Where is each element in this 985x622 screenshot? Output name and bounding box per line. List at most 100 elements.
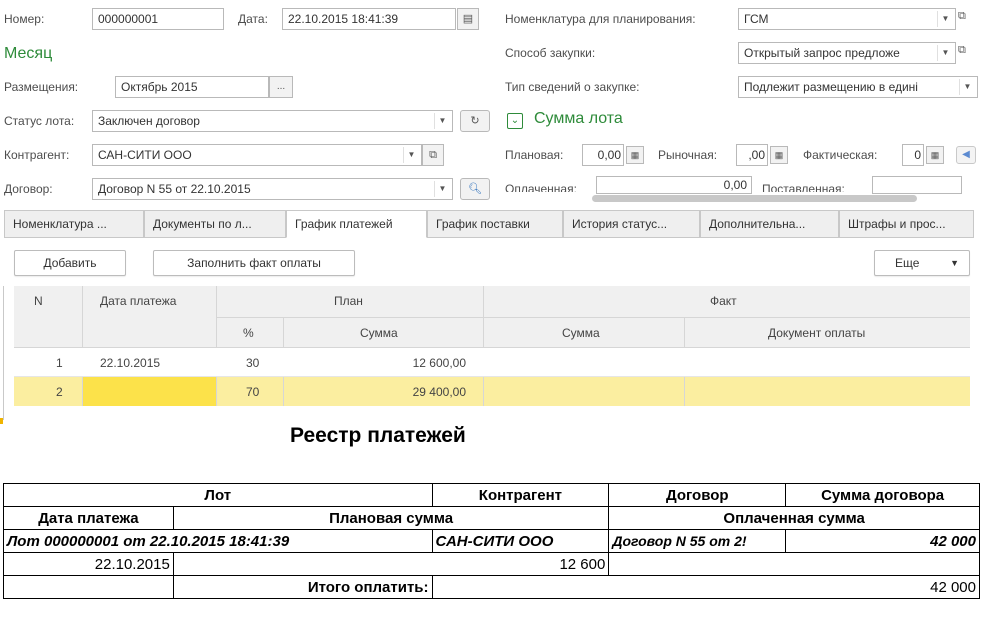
report-total-label: Итого оплатить: — [172, 575, 433, 599]
calculator-icon[interactable]: ▦ — [926, 146, 944, 164]
info-type-field[interactable]: Подлежит размещению в едині ▼ — [738, 76, 978, 98]
placement-select-button[interactable]: ... — [269, 76, 293, 98]
calendar-icon[interactable]: ▤ — [457, 8, 479, 30]
chevron-down-icon: ▼ — [950, 258, 959, 268]
tab-status-history[interactable]: История статус... — [563, 210, 700, 238]
lot-status-history-icon[interactable]: ↻ — [460, 110, 490, 132]
tab-penalties[interactable]: Штрафы и прос... — [839, 210, 974, 238]
contract-field[interactable]: Договор N 55 от 22.10.2015 ▼ — [92, 178, 453, 200]
planned-field[interactable]: 0,00 — [582, 144, 624, 166]
lot-status-field[interactable]: Заключен договор ▼ — [92, 110, 453, 132]
purchase-method-label: Способ закупки: — [505, 46, 596, 60]
delivered-field[interactable] — [872, 176, 962, 194]
market-label: Рыночная: — [658, 148, 718, 162]
scroll-left-icon[interactable]: ◀ — [956, 146, 976, 164]
collapse-chevron-icon[interactable]: ⌄ — [507, 113, 523, 129]
info-type-value: Подлежит размещению в едині — [744, 80, 918, 94]
paid-field[interactable]: 0,00 — [596, 176, 752, 194]
calculator-icon[interactable]: ▦ — [626, 146, 644, 164]
chevron-down-icon[interactable]: ▼ — [937, 11, 953, 27]
chevron-down-icon[interactable]: ▼ — [403, 147, 419, 163]
header-n[interactable]: N — [34, 294, 43, 308]
chevron-down-icon[interactable]: ▼ — [937, 45, 953, 61]
report-row-date: 22.10.2015 — [3, 552, 174, 576]
col-divider — [283, 377, 284, 406]
report-header-paid-sum: Оплаченная сумма — [608, 506, 980, 530]
lot-status-label: Статус лота: — [4, 114, 75, 128]
report-header-planned-sum: Плановая сумма — [172, 506, 610, 530]
col-divider — [684, 377, 685, 406]
date-label: Дата: — [238, 12, 268, 26]
row-plan-sum[interactable]: 12 600,00 — [344, 356, 466, 370]
counterparty-value: САН-СИТИ ООО — [98, 148, 192, 162]
open-nomenclature-icon[interactable]: ⧉ — [958, 10, 966, 23]
header-plan: План — [334, 294, 363, 308]
report-header-contract: Договор — [608, 483, 787, 507]
report-header-row: Лот Контрагент Договор Сумма договора — [3, 483, 980, 507]
col-divider — [483, 377, 484, 406]
report-lot-text: Лот 000000001 от 22.10.2015 18:41:39 — [3, 529, 433, 553]
report-total-empty — [3, 575, 174, 599]
header-fact: Факт — [710, 294, 737, 308]
horizontal-scrollbar[interactable] — [592, 195, 917, 202]
tab-nomenclature[interactable]: Номенклатура ... — [4, 210, 144, 238]
row-number: 2 — [56, 385, 63, 399]
tab-delivery-schedule[interactable]: График поставки — [427, 210, 563, 238]
date-field[interactable]: 22.10.2015 18:41:39 — [282, 8, 456, 30]
report-row-planned: 12 600 — [172, 552, 610, 576]
header-payment-document[interactable]: Документ оплаты — [768, 326, 865, 340]
report-contract-sum: 42 000 — [785, 529, 980, 553]
search-icon[interactable]: 🔍︎ — [460, 178, 490, 200]
header-percent[interactable]: % — [243, 326, 254, 340]
purchase-method-value: Открытый запрос предложе — [744, 46, 900, 60]
col-divider — [216, 377, 217, 406]
chevron-down-icon[interactable]: ▼ — [434, 113, 450, 129]
market-field[interactable]: ,00 — [736, 144, 768, 166]
header-payment-date[interactable]: Дата платежа — [100, 294, 176, 308]
contract-value: Договор N 55 от 22.10.2015 — [98, 182, 251, 196]
calculator-icon[interactable]: ▦ — [770, 146, 788, 164]
delivered-label: Поставленная: — [762, 182, 845, 192]
nomenclature-field[interactable]: ГСМ ▼ — [738, 8, 956, 30]
report-header-pay-date: Дата платежа — [3, 506, 174, 530]
fill-payment-fact-button[interactable]: Заполнить факт оплаты — [153, 250, 355, 276]
info-type-label: Тип сведений о закупке: — [505, 80, 640, 94]
actual-label: Фактическая: — [803, 148, 878, 162]
open-purchase-method-icon[interactable]: ⧉ — [958, 44, 966, 57]
header-plan-sum[interactable]: Сумма — [360, 326, 398, 340]
counterparty-label: Контрагент: — [4, 148, 70, 162]
row-payment-date-editing[interactable] — [83, 377, 216, 406]
report-title: Реестр платежей — [290, 424, 466, 447]
report-total-value: 42 000 — [431, 575, 981, 599]
form-left-border — [3, 286, 4, 420]
resize-marker — [0, 418, 3, 424]
actual-field[interactable]: 0 — [902, 144, 924, 166]
row-percent[interactable]: 30 — [246, 356, 259, 370]
col-divider — [82, 377, 83, 406]
row-percent[interactable]: 70 — [246, 385, 259, 399]
number-field[interactable]: 000000001 — [92, 8, 224, 30]
header-fact-sum[interactable]: Сумма — [562, 326, 600, 340]
report-header-lot: Лот — [3, 483, 433, 507]
placement-field[interactable]: Октябрь 2015 — [115, 76, 269, 98]
number-label: Номер: — [4, 12, 45, 26]
row-plan-sum[interactable]: 29 400,00 — [344, 385, 466, 399]
chevron-down-icon[interactable]: ▼ — [434, 181, 450, 197]
payment-schedule-table: N Дата платежа План Факт % Сумма Сумма Д… — [3, 286, 970, 420]
report-total-row: Итого оплатить: 42 000 — [3, 575, 981, 599]
row-payment-date[interactable]: 22.10.2015 — [100, 356, 160, 370]
tab-payment-schedule[interactable]: График платежей — [286, 210, 427, 238]
add-button[interactable]: Добавить — [14, 250, 126, 276]
tab-additional[interactable]: Дополнительна... — [700, 210, 839, 238]
report-contract: Договор N 55 от 2! — [608, 529, 787, 553]
counterparty-field[interactable]: САН-СИТИ ООО ▼ — [92, 144, 422, 166]
row-number: 1 — [56, 356, 63, 370]
month-header: Месяц — [4, 45, 53, 62]
tab-lot-documents[interactable]: Документы по л... — [144, 210, 286, 238]
purchase-method-field[interactable]: Открытый запрос предложе ▼ — [738, 42, 956, 64]
report-header-counterparty: Контрагент — [431, 483, 610, 507]
chevron-down-icon[interactable]: ▼ — [959, 79, 975, 95]
open-counterparty-icon[interactable]: ⧉ — [422, 144, 444, 166]
more-button[interactable]: Еще ▼ — [874, 250, 970, 276]
report-header-contract-sum: Сумма договора — [785, 483, 980, 507]
